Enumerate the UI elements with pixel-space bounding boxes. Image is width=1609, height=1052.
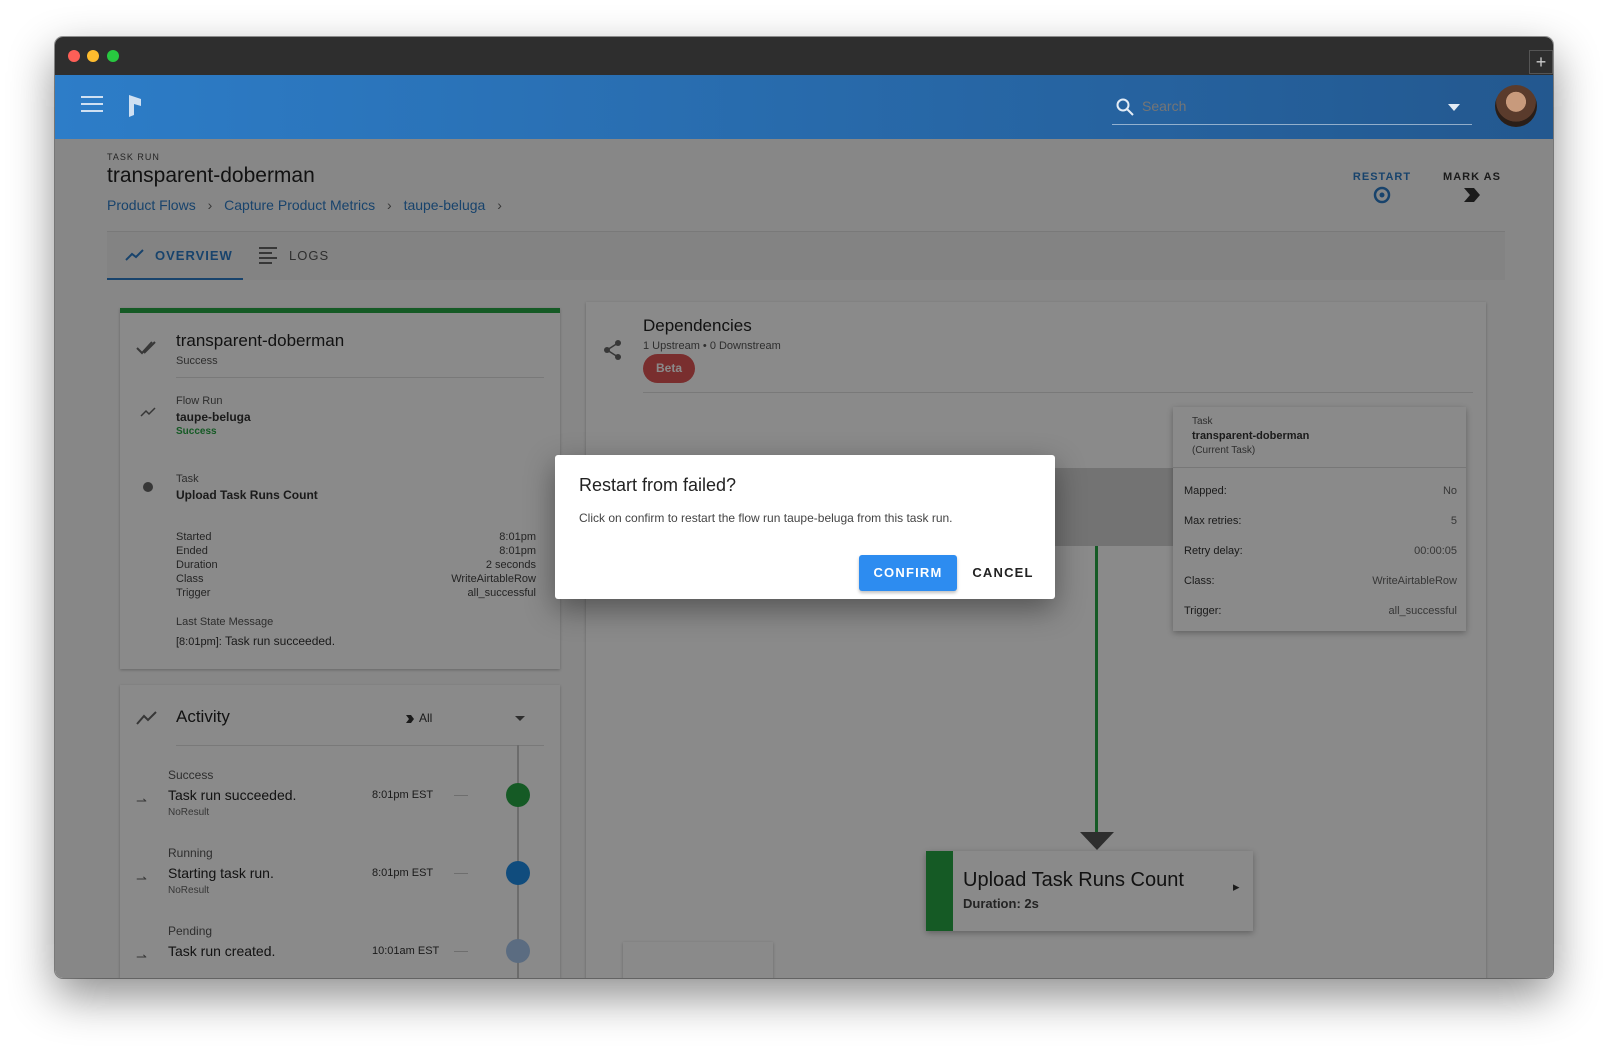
chevron-down-icon[interactable] — [1448, 104, 1460, 112]
search-field[interactable] — [1112, 88, 1472, 125]
app-bar — [55, 75, 1553, 139]
maximize-window-button[interactable] — [107, 50, 119, 62]
prefect-logo-icon[interactable] — [127, 95, 143, 117]
new-tab-icon[interactable]: + — [1529, 50, 1553, 74]
close-window-button[interactable] — [68, 50, 80, 62]
restart-dialog: Restart from failed? Click on confirm to… — [555, 455, 1055, 599]
title-bar: + — [55, 37, 1553, 75]
confirm-button[interactable]: CONFIRM — [859, 555, 957, 591]
menu-icon[interactable] — [81, 96, 103, 112]
dialog-title: Restart from failed? — [579, 475, 737, 495]
dialog-body: Click on confirm to restart the flow run… — [579, 511, 953, 525]
minimize-window-button[interactable] — [87, 50, 99, 62]
search-input[interactable] — [1140, 97, 1434, 115]
search-icon — [1116, 98, 1134, 116]
avatar[interactable] — [1495, 85, 1537, 127]
cancel-button[interactable]: CANCEL — [960, 555, 1046, 591]
